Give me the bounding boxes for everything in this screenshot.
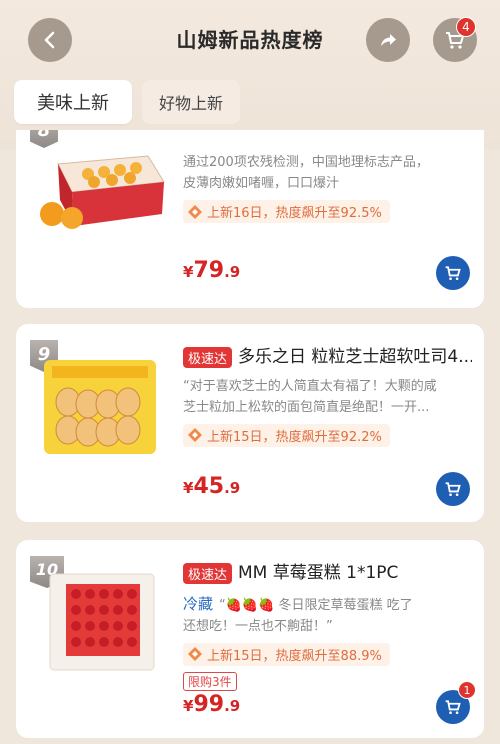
heat-badge: 上新15日，热度飙升至92.2% — [183, 423, 390, 447]
tab-goods-new[interactable]: 好物上新 — [142, 80, 240, 124]
product-description: 通过200项农残检测，中国地理标志产品， 皮薄肉嫩如啫喱，口口爆汁 — [183, 155, 429, 191]
flame-icon — [188, 647, 202, 661]
price: ¥99.9 — [183, 692, 241, 717]
cart-icon — [445, 700, 461, 715]
share-arrow-icon — [381, 34, 396, 46]
product-description: 冷藏 “🍓🍓🍓 冬日限定草莓蛋糕 吃了 还想吃！一点也不齁甜！” — [183, 594, 413, 634]
orange-box-image — [40, 155, 165, 229]
add-to-cart-button[interactable] — [436, 256, 470, 290]
storage-label: 冷藏 — [183, 594, 214, 613]
share-button[interactable] — [366, 18, 410, 62]
flame-icon — [188, 204, 202, 219]
purchase-limit-badge: 限购3件 — [183, 672, 237, 691]
page-title: 山姆新品热度榜 — [176, 28, 324, 52]
product-card[interactable]: 10 极速达 MM 草莓蛋糕 1*1PC 冷藏 “🍓🍓🍓 冬日限定草莓蛋糕 吃了 还… — [16, 540, 484, 738]
cart-item-count-badge: 1 — [458, 681, 476, 699]
rank-badge: 8 — [30, 130, 58, 148]
cart-count-badge: 4 — [456, 17, 476, 37]
price: ¥45.9 — [183, 474, 241, 499]
price: ¥79.9 — [183, 258, 241, 283]
header: 山姆新品热度榜 4 美味上新 好物上新 — [0, 0, 500, 150]
add-to-cart-button[interactable] — [436, 472, 470, 506]
flame-icon — [188, 428, 202, 442]
toast-bread-image — [44, 360, 156, 454]
express-tag: 极速达 — [183, 562, 233, 584]
strawberry-cake-image — [49, 573, 155, 671]
tab-delicious-new[interactable]: 美味上新 — [14, 80, 132, 124]
cart-icon — [445, 482, 461, 497]
product-name[interactable]: 极速达 MM 草莓蛋糕 1*1PC — [183, 558, 472, 584]
product-description: “对于喜欢芝士的人简直太有福了！大颗的咸 芝士粒加上松软的面包简直是绝配！一开.… — [183, 378, 437, 415]
heat-badge: 上新16日，热度飙升至92.5% — [183, 200, 390, 223]
heat-badge: 上新15日，热度飙升至88.9% — [183, 642, 390, 666]
cart-icon — [445, 266, 461, 281]
product-name[interactable]: 极速达 多乐之日 粒粒芝士超软吐司4... — [183, 342, 472, 368]
express-tag: 极速达 — [183, 346, 233, 368]
product-card[interactable]: 9 极速达 多乐之日 粒粒芝士超软吐司4... “对于喜欢芝士的人简直太有福了！大… — [16, 324, 484, 522]
product-card[interactable]: 8 通过200项农残检测，中国地理标志产品， 皮薄肉嫩如啫喱，口口爆汁 上新16… — [16, 130, 484, 308]
